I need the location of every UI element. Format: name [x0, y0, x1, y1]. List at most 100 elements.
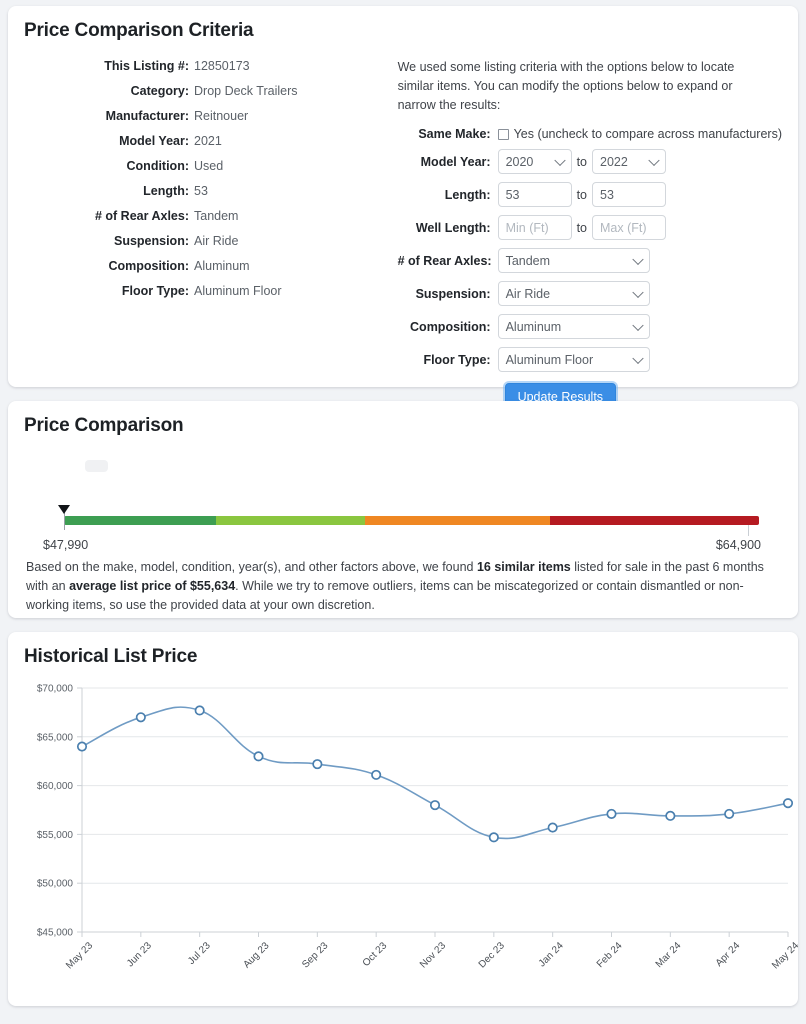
price-range-bar — [64, 516, 759, 525]
price-comparison-card: Price Comparison $47,990 $64,900 Based o… — [8, 401, 798, 618]
comparison-summary-text: Based on the make, model, condition, yea… — [26, 558, 780, 615]
criteria-row-label: This Listing #: — [104, 59, 189, 73]
field-row-suspension: Suspension: Air Ride — [398, 281, 782, 306]
suspension-select[interactable]: Air Ride — [497, 281, 650, 306]
data-point[interactable] — [76, 741, 88, 752]
criteria-row-value: Tandem — [194, 209, 239, 223]
criteria-row: Composition: Aluminum — [32, 258, 398, 274]
price-bar-segment-red — [550, 516, 759, 525]
summary-text-fragment: Based on the make, model, condition, yea… — [26, 560, 477, 574]
model-year-to-value: 2022 — [600, 154, 628, 169]
well-length-label: Well Length: — [415, 220, 491, 235]
criteria-row-label: Condition: — [126, 159, 189, 173]
price-position-marker-icon — [58, 505, 70, 514]
field-row-model-year: Model Year: 2020 to 2022 — [398, 149, 782, 174]
suspension-label: Suspension: — [415, 286, 491, 301]
field-row-floor-type: Floor Type: Aluminum Floor — [398, 347, 782, 372]
criteria-row-label: Suspension: — [113, 234, 189, 248]
model-year-to-select[interactable]: 2022 — [592, 149, 667, 174]
criteria-row-label: # of Rear Axles: — [94, 209, 189, 223]
data-point[interactable] — [724, 808, 735, 819]
same-make-checkbox[interactable] — [497, 128, 509, 140]
well-length-from-input[interactable]: Min (Ft) — [497, 215, 572, 240]
price-bar-segment-green — [64, 516, 216, 525]
suspension-value: Air Ride — [505, 286, 551, 301]
data-point[interactable] — [782, 798, 794, 809]
criteria-detail-list: This Listing #: 12850173 Category: Drop Dec… — [24, 56, 398, 411]
criteria-row: Floor Type: Aluminum Floor — [32, 283, 398, 299]
price-bar-segment-light-green — [215, 516, 365, 525]
data-point[interactable] — [253, 751, 264, 762]
price-range-max-tick — [748, 525, 750, 536]
price-range-max-label: $64,900 — [715, 538, 761, 552]
field-row-rear-axles: # of Rear Axles: Tandem — [398, 248, 782, 273]
rear-axles-select[interactable]: Tandem — [497, 248, 650, 273]
field-row-well-length: Well Length: Min (Ft) to Max (Ft) — [398, 215, 782, 240]
summary-emphasis: average list price of $55,634 — [69, 579, 236, 593]
composition-select[interactable]: Aluminum — [497, 314, 650, 339]
length-from-input[interactable]: 53 — [497, 182, 572, 207]
field-row-length: Length: 53 to 53 — [398, 182, 782, 207]
data-point[interactable] — [547, 822, 558, 833]
criteria-title: Price Comparison Criteria — [24, 20, 254, 41]
price-marker-stem — [64, 512, 65, 530]
criteria-row: Length: 53 — [32, 183, 398, 199]
criteria-row-value: Reitnouer — [194, 109, 249, 123]
price-range-min-label: $47,990 — [43, 538, 89, 552]
historical-price-chart: $70,000 $65,000 $60,000 $55,000 $50,000 $45,0… — [24, 678, 798, 998]
data-point[interactable] — [312, 759, 323, 770]
chevron-down-icon — [631, 253, 644, 265]
field-row-composition: Composition: Aluminum — [398, 314, 782, 339]
floor-type-select[interactable]: Aluminum Floor — [497, 347, 650, 372]
length-to-input[interactable]: 53 — [592, 182, 667, 207]
chevron-down-icon — [631, 319, 644, 331]
model-year-label: Model Year: — [420, 154, 491, 169]
series-line-Historical List Price — [81, 706, 789, 840]
criteria-row-label: Category: — [130, 84, 189, 98]
criteria-row-value: Drop Deck Trailers — [194, 84, 298, 98]
x-tick-label: Oct 23 — [361, 940, 390, 969]
well-length-to-label: to — [576, 220, 588, 235]
criteria-row-label: Model Year: — [119, 134, 189, 148]
data-point[interactable] — [371, 769, 382, 780]
chevron-down-icon — [631, 286, 644, 298]
criteria-row-value: 2021 — [194, 134, 222, 148]
data-point[interactable] — [606, 808, 617, 819]
criteria-row: Manufacturer: Reitnouer — [32, 108, 398, 124]
x-tick-label: Jun 23 — [125, 940, 154, 969]
chevron-down-icon — [648, 154, 660, 166]
criteria-row: Condition: Used — [32, 158, 398, 174]
data-point[interactable] — [135, 712, 146, 723]
composition-value: Aluminum — [505, 319, 562, 334]
data-point[interactable] — [488, 832, 499, 843]
criteria-row-value: 53 — [194, 184, 208, 198]
length-label: Length: — [444, 187, 491, 202]
criteria-row-value: Aluminum — [194, 259, 250, 273]
historical-list-price-card: Historical List Price $70,000 $65,000 $60,… — [8, 632, 798, 1006]
price-comparison-criteria-card: Price Comparison Criteria This Listing #… — [8, 6, 798, 411]
criteria-row: This Listing #: 12850173 — [32, 58, 398, 74]
well-length-to-input[interactable]: Max (Ft) — [592, 215, 667, 240]
y-tick-label: $55,000 — [37, 830, 74, 841]
data-point[interactable] — [665, 810, 676, 821]
y-tick-label: $65,000 — [37, 732, 74, 743]
model-year-from-select[interactable]: 2020 — [497, 149, 572, 174]
length-to-label: to — [576, 187, 588, 202]
criteria-row-label: Length: — [143, 184, 189, 198]
same-make-label: Same Make: — [418, 127, 491, 141]
criteria-row-value: 12850173 — [194, 59, 250, 73]
criteria-row-label: Floor Type: — [121, 284, 189, 298]
rear-axles-value: Tandem — [505, 253, 551, 268]
data-point[interactable] — [429, 800, 441, 811]
data-point[interactable] — [194, 705, 205, 716]
x-tick-label: Dec 23 — [477, 940, 507, 970]
rear-axles-label: # of Rear Axles: — [397, 253, 492, 268]
x-tick-label: Jan 24 — [537, 940, 566, 969]
field-row-same-make: Same Make: Yes (uncheck to compare acros… — [398, 127, 782, 141]
criteria-row-label: Manufacturer: — [105, 109, 189, 123]
summary-emphasis: 16 similar items — [476, 560, 571, 574]
criteria-row: Suspension: Air Ride — [32, 233, 398, 249]
y-tick-label: $70,000 — [37, 684, 74, 695]
model-year-to-label: to — [576, 154, 588, 169]
x-tick-label: Jul 23 — [186, 940, 213, 967]
